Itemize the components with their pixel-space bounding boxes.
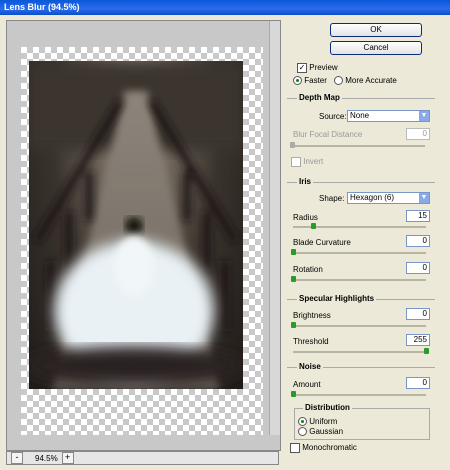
- slider-thumb[interactable]: [291, 391, 296, 397]
- blade-curvature-slider[interactable]: [291, 249, 426, 255]
- preview-checkbox[interactable]: ✓: [297, 63, 307, 73]
- preview-scrollbar[interactable]: [269, 21, 280, 435]
- monochromatic-checkbox[interactable]: [290, 443, 300, 453]
- cancel-button[interactable]: Cancel: [330, 41, 422, 55]
- amount-slider[interactable]: [291, 391, 426, 397]
- rotation-label: Rotation: [293, 265, 323, 274]
- ok-button[interactable]: OK: [330, 23, 422, 37]
- slider-thumb[interactable]: [310, 223, 316, 229]
- shape-label: Shape:: [319, 194, 345, 203]
- zoom-out-button[interactable]: -: [11, 452, 23, 464]
- blurred-photo-illustration: [29, 61, 243, 389]
- blade-curvature-field[interactable]: 0: [406, 235, 430, 247]
- slider-thumb[interactable]: [291, 322, 296, 328]
- brightness-label: Brightness: [293, 311, 331, 320]
- threshold-field[interactable]: 255: [406, 334, 430, 346]
- chevron-down-icon: ▼: [419, 193, 429, 203]
- blur-focal-distance-field[interactable]: 0: [406, 128, 430, 140]
- distribution-title: Distribution: [303, 403, 352, 412]
- more-accurate-radio[interactable]: [334, 76, 343, 86]
- rotation-slider[interactable]: [291, 276, 426, 282]
- radius-field[interactable]: 15: [406, 210, 430, 222]
- iris-title: Iris: [297, 177, 314, 186]
- faster-radio[interactable]: [293, 76, 302, 86]
- rotation-field[interactable]: 0: [406, 262, 430, 274]
- window-title: Lens Blur (94.5%): [0, 0, 450, 15]
- amount-label: Amount: [293, 380, 321, 389]
- preview-label: Preview: [309, 63, 338, 73]
- lens-blur-dialog: - 94.5% + OK Cancel ✓ Preview Faster Mor…: [0, 15, 450, 470]
- zoom-in-button[interactable]: +: [61, 452, 74, 464]
- slider-thumb[interactable]: [424, 348, 429, 354]
- gaussian-label: Gaussian: [309, 427, 344, 436]
- radius-slider[interactable]: [293, 223, 426, 229]
- preview-option[interactable]: ✓ Preview: [297, 63, 338, 73]
- noise-title: Noise: [297, 362, 323, 371]
- blur-focal-distance-label: Blur Focal Distance: [293, 130, 363, 139]
- blur-focal-distance-slider[interactable]: [290, 142, 425, 148]
- threshold-slider[interactable]: [293, 348, 429, 354]
- monochromatic-option[interactable]: Monochromatic: [290, 443, 357, 453]
- chevron-down-icon: ▼: [419, 111, 429, 121]
- slider-thumb[interactable]: [290, 142, 295, 148]
- gaussian-option[interactable]: Gaussian: [298, 427, 344, 437]
- uniform-label: Uniform: [309, 417, 338, 426]
- slider-thumb[interactable]: [291, 276, 296, 282]
- gaussian-radio[interactable]: [298, 427, 307, 437]
- preview-image: [29, 61, 243, 389]
- zoom-level: 94.5%: [35, 453, 58, 463]
- brightness-slider[interactable]: [291, 322, 426, 328]
- invert-label: Invert: [303, 157, 324, 167]
- zoom-bar: - 94.5% +: [6, 451, 279, 465]
- source-label: Source:: [319, 112, 347, 121]
- uniform-option[interactable]: Uniform: [298, 417, 338, 427]
- more-accurate-option[interactable]: More Accurate: [334, 76, 397, 86]
- source-value: None: [350, 111, 370, 120]
- slider-thumb[interactable]: [291, 249, 296, 255]
- invert-option[interactable]: Invert: [291, 157, 323, 167]
- preview-panel: [6, 20, 281, 451]
- faster-label: Faster: [304, 76, 327, 85]
- brightness-field[interactable]: 0: [406, 308, 430, 320]
- invert-checkbox[interactable]: [291, 157, 301, 167]
- more-accurate-label: More Accurate: [345, 76, 397, 85]
- source-select[interactable]: None ▼: [347, 110, 430, 122]
- blade-curvature-label: Blade Curvature: [293, 238, 351, 247]
- uniform-radio[interactable]: [298, 417, 307, 427]
- specular-highlights-title: Specular Highlights: [297, 294, 377, 303]
- radius-label: Radius: [293, 213, 318, 222]
- shape-value: Hexagon (6): [350, 193, 395, 202]
- faster-option[interactable]: Faster: [293, 76, 327, 86]
- depth-map-title: Depth Map: [297, 93, 342, 102]
- threshold-label: Threshold: [293, 337, 329, 346]
- amount-field[interactable]: 0: [406, 377, 430, 389]
- monochromatic-label: Monochromatic: [302, 443, 357, 453]
- shape-select[interactable]: Hexagon (6) ▼: [347, 192, 430, 204]
